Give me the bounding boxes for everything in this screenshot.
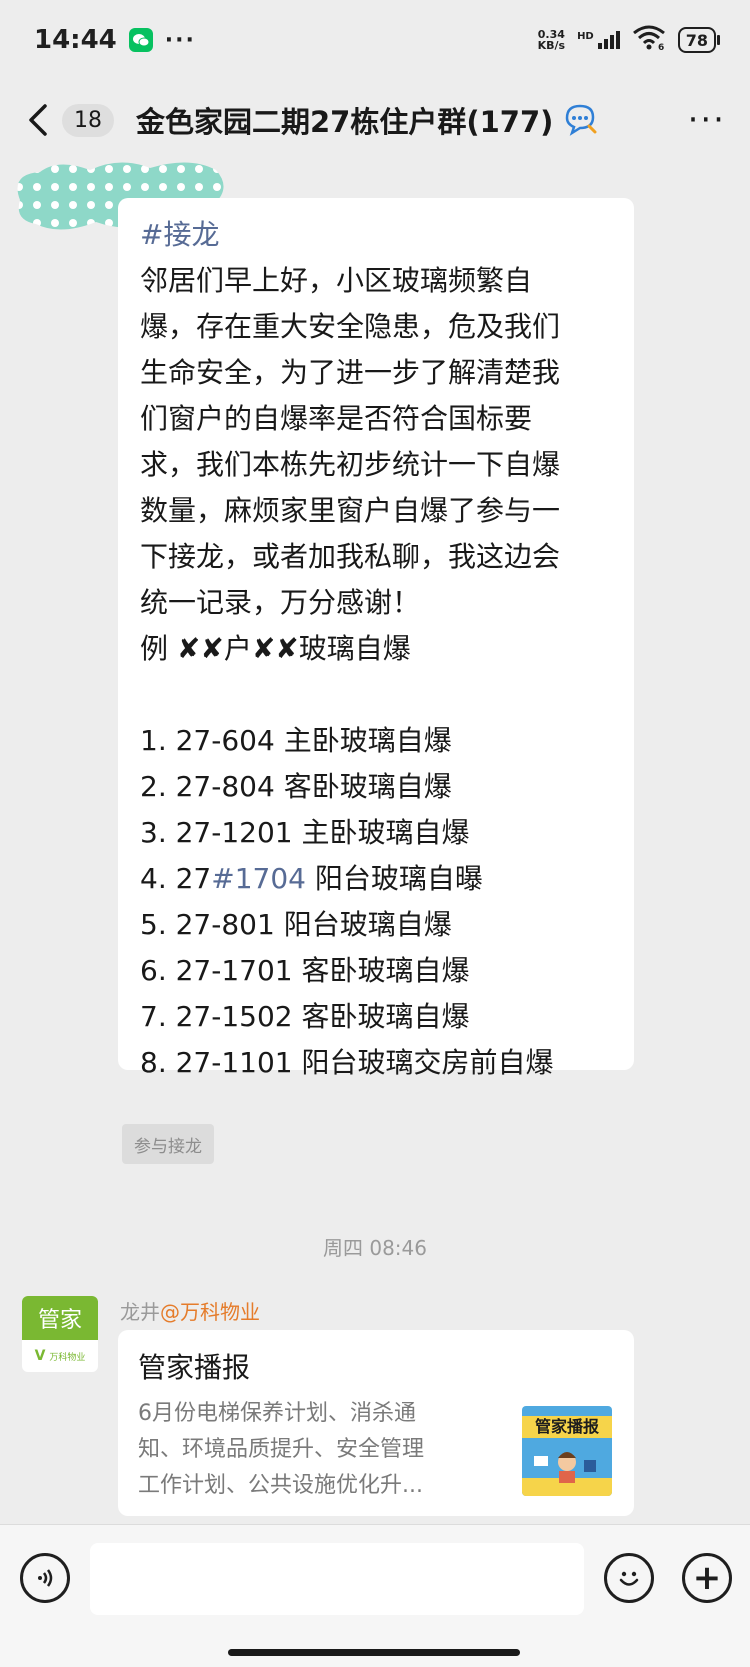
chat-messages[interactable]: #接龙 邻居们早上好，小区玻璃频繁自 爆，存在重大安全隐患，危及我们 生命安全，… [0, 160, 750, 1524]
card-thumbnail: 管家播报 [522, 1406, 612, 1496]
chat-title[interactable]: 金色家园二期27栋住户群(177) [136, 99, 553, 141]
avatar[interactable]: 管家 V 万科物业 [22, 1296, 98, 1372]
message-input[interactable] [90, 1543, 584, 1615]
message-line: 数量，麻烦家里窗户自爆了参与一 [140, 494, 561, 527]
home-indicator[interactable] [228, 1649, 520, 1656]
vanke-logo-icon: V [34, 1348, 46, 1364]
sender-name[interactable]: 龙井@万科物业 [120, 1296, 260, 1325]
xx-mark: ✘✘ [176, 632, 224, 665]
avatar-brand: V 万科物业 [22, 1340, 98, 1372]
status-right: 0.34 KB/s HD 6 78 [538, 24, 721, 56]
message-line: 爆，存在重大安全隐患，危及我们 [140, 310, 561, 343]
sender-nickname: 龙井 [120, 1300, 160, 1324]
thumbnail-illustration-icon [522, 1452, 612, 1496]
list-item: 1. 27-604 主卧玻璃自爆 [140, 724, 452, 757]
unread-count-badge[interactable]: 18 [62, 103, 114, 137]
message-line: 求，我们本栋先初步统计一下自爆 [140, 448, 561, 481]
card-title: 管家播报 [138, 1351, 251, 1384]
message-line: 生命安全，为了进一步了解清楚我 [140, 356, 561, 389]
signal-icon: HD [577, 31, 620, 49]
status-left: 14:44 ··· [34, 25, 196, 55]
avatar-label: 管家 [22, 1296, 98, 1340]
message-line: 统一记录，万分感谢！ [140, 586, 421, 619]
wechat-icon [128, 28, 153, 52]
list-item: 4. 27#1704 阳台玻璃自曝 [140, 856, 612, 902]
chat-header: 18 金色家园二期27栋住户群(177) ··· [0, 80, 750, 160]
battery-level: 78 [685, 30, 708, 50]
entry4-suffix: 阳台玻璃自曝 [305, 862, 483, 895]
battery-icon: 78 [677, 27, 721, 53]
list-item: 8. 27-1101 阳台玻璃交房前自爆 [140, 1046, 554, 1079]
list-item: 6. 27-1701 客卧玻璃自爆 [140, 954, 470, 987]
hd-label: HD [577, 31, 594, 42]
xx-mark: ✘✘ [251, 632, 299, 665]
thumbnail-label: 管家播报 [522, 1416, 612, 1438]
plus-icon[interactable]: + [682, 1553, 732, 1603]
example-suffix: 玻璃自爆 [298, 632, 411, 665]
list-item: 3. 27-1201 主卧玻璃自爆 [140, 816, 470, 849]
net-speed: 0.34 KB/s [538, 29, 565, 51]
hashtag-link[interactable]: #接龙 [140, 212, 612, 258]
card-desc-line: 工作计划、公共设施优化升... [138, 1473, 423, 1498]
message-line: 邻居们早上好，小区玻璃频繁自 [140, 264, 533, 297]
avatar-brand-name: 万科物业 [49, 1352, 86, 1363]
card-description: 6月份电梯保养计划、消杀通 知、环境品质提升、安全管理 工作计划、公共设施优化升… [138, 1396, 474, 1504]
message-bubble[interactable]: #接龙 邻居们早上好，小区玻璃频繁自 爆，存在重大安全隐患，危及我们 生命安全，… [118, 198, 634, 1079]
article-card[interactable]: 管家播报 6月份电梯保养计划、消杀通 知、环境品质提升、安全管理 工作计划、公共… [118, 1330, 634, 1516]
list-item: 5. 27-801 阳台玻璃自爆 [140, 908, 452, 941]
status-time: 14:44 [34, 25, 117, 55]
emoji-icon[interactable] [604, 1553, 654, 1603]
input-bar: + [0, 1524, 750, 1667]
chevron-left-icon[interactable] [24, 103, 52, 137]
list-item: 7. 27-1502 客卧玻璃自爆 [140, 1000, 470, 1033]
timestamp: 周四 08:46 [323, 1236, 427, 1260]
status-more-icon: ··· [164, 27, 196, 53]
message-line: 们窗户的自爆率是否符合国标要 [140, 402, 533, 435]
hashtag-link[interactable]: #1704 [211, 862, 306, 895]
message-line: 下接龙，或者加我私聊，我这边会 [140, 540, 561, 573]
sender-mention: @万科物业 [160, 1300, 260, 1324]
example-prefix: 例 [140, 632, 177, 665]
voice-icon[interactable] [20, 1553, 70, 1603]
status-bar: 14:44 ··· 0.34 KB/s HD 6 78 [0, 0, 750, 80]
wifi-icon: 6 [632, 24, 666, 56]
list-item: 2. 27-804 客卧玻璃自爆 [140, 770, 452, 803]
net-speed-unit: KB/s [537, 39, 566, 52]
join-jielong-button[interactable]: 参与接龙 [122, 1124, 214, 1164]
example-mid: 户 [223, 632, 252, 665]
chat-search-icon[interactable] [563, 102, 599, 138]
card-desc-line: 知、环境品质提升、安全管理 [138, 1437, 425, 1462]
entry4-prefix: 4. 27 [140, 862, 212, 895]
card-desc-line: 6月份电梯保养计划、消杀通 [138, 1401, 416, 1426]
more-dots-icon[interactable]: ··· [688, 100, 726, 140]
example-line: 例 ✘✘户✘✘玻璃自爆 [140, 626, 612, 672]
wifi-label: 6 [658, 43, 664, 50]
